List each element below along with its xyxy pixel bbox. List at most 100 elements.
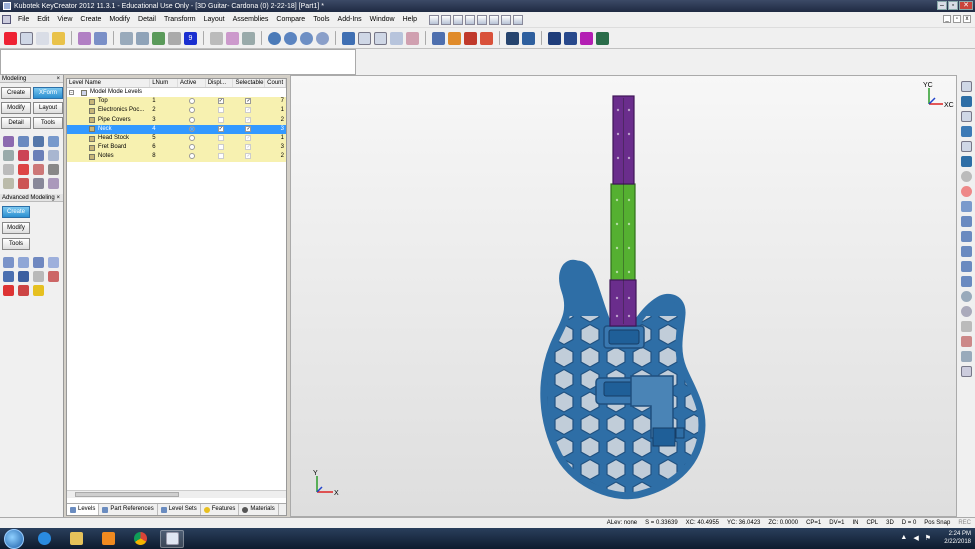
solid-icon[interactable]	[78, 31, 91, 45]
level-row[interactable]: Fret Board 6 ✓ 3	[67, 143, 286, 153]
display-checkbox[interactable]	[217, 144, 224, 151]
view-left-icon[interactable]	[960, 141, 972, 152]
status-units[interactable]: IN	[852, 520, 858, 526]
open-file-icon[interactable]	[440, 14, 451, 25]
mask-icon[interactable]	[152, 31, 165, 45]
view-axis-icon[interactable]	[960, 201, 972, 212]
menu-tools[interactable]: Tools	[309, 16, 333, 23]
layer-icon[interactable]	[168, 31, 181, 45]
view-fit-icon[interactable]	[960, 366, 972, 377]
header-count[interactable]: Count	[265, 79, 286, 87]
close-icon[interactable]: ×	[56, 194, 60, 202]
active-radio[interactable]	[188, 125, 195, 132]
shaded-icon[interactable]	[432, 31, 445, 45]
translate-icon[interactable]	[18, 164, 29, 175]
view-window-icon[interactable]	[960, 336, 972, 347]
level-name-cell[interactable]: Electronics Poc...	[67, 106, 150, 115]
scale-icon[interactable]	[48, 136, 59, 147]
selectable-checkbox[interactable]: ✓	[245, 116, 252, 123]
split-icon[interactable]	[18, 285, 29, 296]
arc-icon[interactable]	[48, 164, 59, 175]
shell-icon[interactable]	[3, 271, 14, 282]
command-input-area[interactable]	[0, 49, 356, 75]
surface-icon[interactable]	[94, 31, 107, 45]
selectable-checkbox[interactable]: ✓	[245, 98, 252, 105]
view-axis-neg-y-icon[interactable]	[960, 276, 972, 287]
header-active[interactable]: Active	[178, 79, 206, 87]
level-name-cell[interactable]: Neck	[67, 125, 150, 134]
blend-icon[interactable]	[33, 271, 44, 282]
menu-window[interactable]: Window	[366, 16, 399, 23]
clock[interactable]: 2:24 PM 2/22/2018	[944, 530, 971, 546]
move-icon[interactable]	[3, 136, 14, 147]
new-file-icon[interactable]	[428, 14, 439, 25]
view-rotate-icon[interactable]	[960, 171, 972, 182]
status-pos-snap[interactable]: Pos Snap	[924, 520, 950, 526]
header-level-name[interactable]: Level Name	[67, 79, 151, 87]
selectable-checkbox[interactable]: ✓	[245, 107, 252, 114]
fit-view-icon[interactable]	[316, 31, 329, 45]
copy-icon[interactable]	[18, 136, 29, 147]
explode-icon[interactable]	[48, 178, 59, 189]
view-pan-icon[interactable]	[960, 321, 972, 332]
menu-compare[interactable]: Compare	[272, 16, 309, 23]
tab-part-references[interactable]: Part References	[99, 504, 158, 515]
sweep-icon[interactable]	[33, 257, 44, 268]
level-name-cell[interactable]: Head Stock	[67, 134, 150, 143]
view-axis-y-icon[interactable]	[960, 231, 972, 242]
snap-icon[interactable]	[18, 178, 29, 189]
tab-materials[interactable]: Materials	[239, 504, 279, 515]
level-row[interactable]: Electronics Poc... 2 ✓ 1	[67, 106, 286, 116]
close-icon[interactable]: ✕	[959, 1, 973, 10]
menu-detail[interactable]: Detail	[134, 16, 160, 23]
level-row[interactable]: Top 1 ✓ ✓ 7	[67, 97, 286, 107]
view-axis-x-icon[interactable]	[960, 216, 972, 227]
level-row[interactable]: Notes 8 ✓ 2	[67, 152, 286, 162]
start-button[interactable]	[4, 528, 24, 549]
scroll-thumb[interactable]	[75, 492, 179, 497]
modeling-layout-button[interactable]: Layout	[33, 102, 63, 114]
tray-expand-icon[interactable]: ▲	[900, 534, 907, 542]
offset-icon[interactable]	[48, 150, 59, 161]
array-icon[interactable]	[18, 150, 29, 161]
status-depth[interactable]: D = 0	[902, 520, 917, 526]
revolve-icon[interactable]	[18, 257, 29, 268]
feature-icon[interactable]	[33, 285, 44, 296]
display-checkbox[interactable]	[217, 153, 224, 160]
view-front-icon[interactable]	[960, 96, 972, 107]
iso-view-icon[interactable]	[342, 31, 355, 45]
section-view-icon[interactable]	[406, 31, 419, 45]
tab-level-sets[interactable]: Level Sets	[158, 504, 201, 515]
taskbar-explorer[interactable]	[64, 530, 88, 548]
active-radio[interactable]	[188, 116, 195, 123]
header-lnum[interactable]: LNum	[150, 79, 178, 87]
lighting-icon[interactable]	[522, 31, 535, 45]
display-checkbox[interactable]	[217, 116, 224, 123]
selectable-checkbox[interactable]: ✓	[245, 144, 252, 151]
extrude-icon[interactable]	[3, 257, 14, 268]
select-icon[interactable]	[120, 31, 133, 45]
pan-view-icon[interactable]	[284, 31, 297, 45]
advanced-create-button[interactable]: Create	[2, 206, 30, 218]
view-zoom-out-icon[interactable]	[960, 351, 972, 362]
level-name-cell[interactable]: Notes	[67, 152, 150, 161]
view-axis-z-icon[interactable]	[960, 246, 972, 257]
status-rec[interactable]: REC	[958, 520, 971, 526]
material-icon[interactable]	[506, 31, 519, 45]
menu-assemblies[interactable]: Assemblies	[229, 16, 273, 23]
line-icon[interactable]	[36, 31, 49, 45]
shield-icon[interactable]	[548, 31, 561, 45]
advanced-tools-button[interactable]: Tools	[2, 238, 30, 250]
app-icon[interactable]	[3, 2, 11, 10]
advanced-modify-button[interactable]: Modify	[2, 222, 30, 234]
hidden-line-icon[interactable]	[464, 31, 477, 45]
view-zoom-icon[interactable]	[960, 306, 972, 317]
modeling-detail-button[interactable]: Detail	[1, 117, 31, 129]
status-cpl[interactable]: CPL	[866, 520, 878, 526]
active-radio[interactable]	[188, 98, 195, 105]
measure-icon[interactable]	[210, 31, 223, 45]
tree-root-row[interactable]: − Model Mode Levels	[67, 88, 286, 97]
selectable-checkbox[interactable]: ✓	[245, 134, 252, 141]
view-right-icon[interactable]	[960, 126, 972, 137]
mdi-minimize-icon[interactable]: _	[943, 15, 951, 23]
